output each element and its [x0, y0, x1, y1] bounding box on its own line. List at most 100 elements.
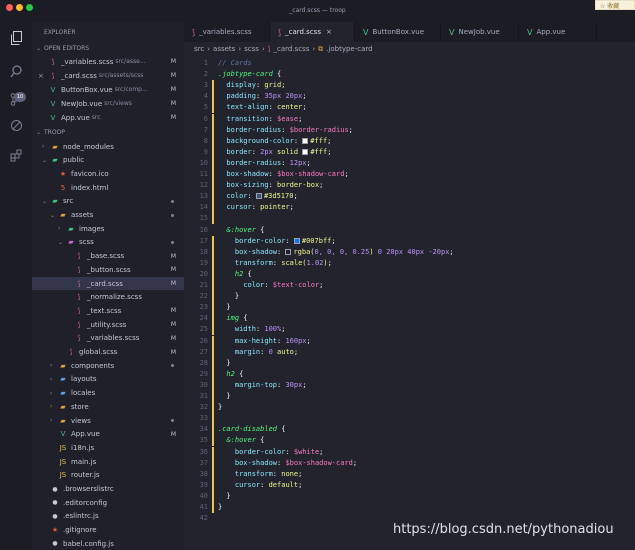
code-line[interactable]: 6 transition: $ease;	[184, 113, 635, 125]
file-item[interactable]: ⟆ _variables.scss M	[32, 332, 184, 345]
file-item[interactable]: JS i18n.js	[32, 441, 184, 454]
tab--variables-scss[interactable]: ⟆ _variables.scss	[184, 22, 270, 42]
code-line[interactable]: 1 // Cards	[184, 58, 635, 69]
open-editor-item[interactable]: ⟆ _variables.scss src/asse... M	[32, 55, 184, 68]
code-line[interactable]: 20 h2 {	[184, 268, 635, 280]
file-item[interactable]: ⟆ _base.scss M	[32, 250, 184, 263]
folder-item[interactable]: ⌄ ▰ src	[32, 195, 184, 208]
code-line[interactable]: 8 background-color: #fff;	[184, 135, 635, 147]
project-header[interactable]: ⌄ TROOP	[32, 126, 184, 139]
code-line[interactable]: 26 max-height: 160px;	[184, 335, 635, 347]
code-line[interactable]: 34 .card-disabled {	[184, 424, 635, 436]
file-item[interactable]: ★ favicon.ico	[32, 167, 184, 180]
code-line[interactable]: 39 cursor: default;	[184, 479, 635, 491]
code-line[interactable]: 22 }	[184, 291, 635, 303]
file-item[interactable]: ● .editorconfig	[32, 496, 184, 509]
debug-icon[interactable]	[9, 118, 24, 133]
close-icon[interactable]: ×	[326, 28, 332, 36]
file-item[interactable]: ● .browserslistrc	[32, 483, 184, 496]
folder-item[interactable]: › ▰ images	[32, 222, 184, 235]
tab-newjob-vue[interactable]: V NewJob.vue	[441, 22, 519, 42]
code-line[interactable]: 23 }	[184, 302, 635, 314]
code-line[interactable]: 7 border-radius: $border-radius;	[184, 124, 635, 136]
folder-item[interactable]: › ▰ node_modules	[32, 140, 184, 153]
code-line[interactable]: 11 box-shadow: $box-shadow-card;	[184, 169, 635, 180]
code-token: ;	[293, 192, 298, 201]
code-line[interactable]: 28 }	[184, 357, 635, 369]
folder-item[interactable]: › ▰ components	[32, 359, 184, 372]
code-line[interactable]: 38 transform: none;	[184, 468, 635, 480]
code-line[interactable]: 5 text-align: center;	[184, 102, 635, 114]
code-text: border-color: #007bff;	[218, 236, 336, 247]
extensions-icon[interactable]	[9, 148, 24, 163]
code-line[interactable]: 32}	[184, 402, 635, 414]
close-icon[interactable]: ×	[38, 72, 44, 80]
code-line[interactable]: 36 border-color: $white;	[184, 446, 635, 458]
line-number: 36	[199, 447, 208, 456]
file-item[interactable]: ⟆ _text.scss M	[32, 304, 184, 317]
code-line[interactable]: 15	[184, 213, 635, 225]
folder-item[interactable]: › ▰ locales	[32, 387, 184, 400]
breadcrumb-item[interactable]: src	[194, 45, 204, 53]
tab-app-vue[interactable]: V App.vue	[519, 22, 597, 42]
code-line[interactable]: 29 h2 {	[184, 368, 635, 380]
file-item[interactable]: JS main.js	[32, 455, 184, 468]
code-line[interactable]: 24 img {	[184, 313, 635, 325]
file-item[interactable]: ● babel.config.js	[32, 537, 184, 550]
file-item[interactable]: ⟆ _button.scss M	[32, 263, 184, 276]
code-text: width: 100%;	[218, 324, 286, 335]
open-editor-item[interactable]: V App.vue src M	[32, 111, 184, 124]
breadcrumb-item[interactable]: _card.scss	[274, 45, 310, 53]
file-item[interactable]: V App.vue M	[32, 428, 184, 441]
file-item[interactable]: ● .eslintrc.js	[32, 510, 184, 523]
code-line[interactable]: 19 transform: scale(1.02);	[184, 257, 635, 269]
file-item[interactable]: ⟆ global.scss M	[32, 346, 184, 359]
breadcrumb-item[interactable]: scss	[244, 45, 259, 53]
code-line[interactable]: 2 .jobtype-card {	[184, 69, 635, 80]
code-line[interactable]: 17 border-color: #007bff;	[184, 235, 635, 247]
code-line[interactable]: 14 cursor: pointer;	[184, 202, 635, 214]
code-line[interactable]: 10 border-radius: 12px;	[184, 157, 635, 169]
code-line[interactable]: 4 padding: 35px 20px;	[184, 91, 635, 103]
file-item[interactable]: 5 index.html	[32, 181, 184, 194]
file-item[interactable]: ⟆ _utility.scss M	[32, 318, 184, 331]
folder-item[interactable]: › ▰ store	[32, 400, 184, 413]
code-line[interactable]: 33	[184, 413, 635, 425]
code-line[interactable]: 9 border: 2px solid #fff;	[184, 146, 635, 158]
file-item[interactable]: ⟆ _card.scss M	[32, 277, 184, 290]
code-token: ;	[302, 92, 307, 101]
code-line[interactable]: 16 &:hover {	[184, 225, 635, 236]
folder-item[interactable]: ⌄ ▰ assets	[32, 209, 184, 222]
tab--card-scss[interactable]: ⟆ _card.scss ×	[270, 22, 355, 42]
favorite-badge[interactable]: ☆ 收藏	[595, 0, 635, 10]
code-line[interactable]: 30 margin-top: 30px;	[184, 379, 635, 391]
code-line[interactable]: 18 box-shadow: rgba(0, 0, 0, 0.25) 0 20p…	[184, 246, 635, 258]
file-item[interactable]: ★ .gitignore	[32, 524, 184, 537]
open-editor-item[interactable]: × ⟆ _card.scss src/assets/scss M	[32, 69, 184, 82]
search-icon[interactable]	[9, 64, 24, 79]
folder-item[interactable]: › ▰ views	[32, 414, 184, 427]
code-line[interactable]: 41}	[184, 502, 635, 513]
code-line[interactable]: 27 margin: 0 auto;	[184, 346, 635, 358]
code-line[interactable]: 35 &:hover {	[184, 435, 635, 447]
code-line[interactable]: 3 display: grid;	[184, 80, 635, 92]
breadcrumb-item[interactable]: assets	[213, 45, 235, 53]
folder-item[interactable]: › ▰ layouts	[32, 373, 184, 386]
open-editor-item[interactable]: V NewJob.vue src/views M	[32, 97, 184, 110]
code-line[interactable]: 13 color: #3d5170;	[184, 191, 635, 203]
files-icon[interactable]	[9, 30, 24, 45]
code-line[interactable]: 12 box-sizing: border-box;	[184, 180, 635, 192]
file-item[interactable]: ⟆ _normalize.scss	[32, 291, 184, 304]
code-line[interactable]: 40 }	[184, 490, 635, 502]
open-editor-item[interactable]: V ButtonBox.vue src/comp... M	[32, 83, 184, 96]
folder-item[interactable]: ⌄ ▰ public	[32, 154, 184, 167]
file-item[interactable]: JS router.js	[32, 469, 184, 482]
code-line[interactable]: 25 width: 100%;	[184, 324, 635, 336]
folder-item[interactable]: ⌄ ▰ scss	[32, 236, 184, 249]
tab-buttonbox-vue[interactable]: V ButtonBox.vue	[355, 22, 441, 42]
code-line[interactable]: 37 box-shadow: $box-shadow-card;	[184, 457, 635, 469]
open-editors-header[interactable]: ⌄ OPEN EDITORS	[32, 42, 184, 55]
code-line[interactable]: 31 }	[184, 391, 635, 402]
code-line[interactable]: 21 color: $text-color;	[184, 280, 635, 291]
breadcrumb-item[interactable]: .jobtype-card	[326, 45, 372, 53]
